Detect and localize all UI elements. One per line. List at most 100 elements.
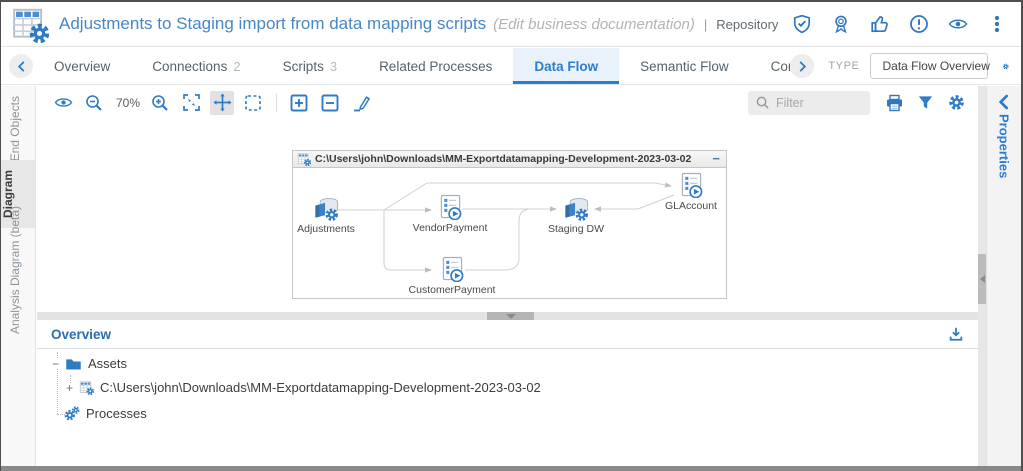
node-adjustments[interactable]: Adjustments (271, 195, 381, 235)
collapse-left-arrow-icon (980, 275, 985, 283)
tabs-scroll-left-button[interactable] (9, 54, 33, 78)
tab-connections[interactable]: Connections2 (131, 48, 261, 84)
certificate-badge-icon[interactable] (831, 14, 851, 34)
horizontal-splitter[interactable] (37, 312, 978, 320)
title-divider: | (704, 17, 707, 32)
tab-comments[interactable]: Comm (750, 48, 791, 84)
zoom-level[interactable]: 70% (116, 96, 140, 110)
tab-bar: Overview Connections2 Scripts3 Related P… (1, 48, 1021, 85)
zoom-in-button[interactable] (148, 91, 172, 115)
diagram-type-value: Data Flow Overview (883, 59, 990, 73)
splitter-grip[interactable] (978, 254, 986, 304)
chevron-left-icon (16, 61, 27, 72)
filter-box[interactable] (748, 91, 870, 115)
diagram-type-select[interactable]: Data Flow Overview (870, 53, 988, 79)
shield-check-icon[interactable] (792, 14, 812, 34)
filter-input[interactable] (776, 96, 862, 110)
highlighter-button[interactable] (349, 91, 373, 115)
asset-container-title: C:\Users\john\Downloads\MM-Exportdatamap… (315, 153, 691, 165)
node-label: VendorPayment (395, 222, 505, 234)
properties-panel-label[interactable]: Properties (997, 114, 1012, 178)
node-glaccount[interactable]: GLAccount (636, 172, 746, 212)
zoom-out-icon (85, 94, 103, 112)
node-label: GLAccount (636, 200, 746, 212)
eye-icon[interactable] (948, 14, 968, 34)
type-label: TYPE (828, 60, 859, 72)
fit-to-screen-button[interactable] (179, 91, 203, 115)
tab-semantic-flow[interactable]: Semantic Flow (619, 48, 750, 84)
tabs-scroll-right-button[interactable] (790, 54, 814, 78)
print-button[interactable] (882, 91, 906, 115)
eye-icon (54, 94, 73, 111)
collapse-down-arrow-icon (506, 314, 516, 319)
tree-item-label: Assets (88, 356, 127, 371)
collapse-container-button[interactable]: − (712, 154, 720, 164)
expand-properties-chevron-icon[interactable] (996, 94, 1012, 110)
database-process-icon (310, 195, 342, 221)
toolbar-right (748, 91, 978, 115)
zoom-in-icon (151, 94, 169, 112)
tab-related-processes[interactable]: Related Processes (358, 48, 513, 84)
tab-data-flow[interactable]: Data Flow (513, 48, 619, 84)
process-document-icon (11, 5, 49, 43)
tree-item-asset-path[interactable]: + C:\Users\john\Downloads\MM-Exportdatam… (65, 380, 541, 395)
thumbs-up-icon[interactable] (870, 14, 890, 34)
node-label: CustomerPayment (397, 284, 507, 296)
app-window: Adjustments to Staging import from data … (0, 0, 1023, 471)
folder-icon (65, 357, 82, 371)
tree-collapse-toggle[interactable]: − (51, 359, 60, 369)
asset-container[interactable]: C:\Users\john\Downloads\MM-Exportdatamap… (292, 150, 727, 299)
fit-screen-icon (182, 93, 201, 112)
tree-expand-toggle[interactable]: + (65, 383, 74, 393)
overview-panel: Overview − Assets + C:\Users\john\Downlo… (37, 320, 978, 466)
properties-panel-collapsed: Properties (986, 86, 1021, 466)
side-tab-end-objects[interactable]: End Objects (8, 96, 22, 161)
collapse-all-button[interactable] (318, 91, 342, 115)
database-process-icon (560, 195, 592, 221)
gears-icon (63, 405, 80, 422)
overview-header: Overview (37, 320, 978, 349)
tree-item-processes[interactable]: Processes (63, 405, 147, 422)
diagram-canvas[interactable]: C:\Users\john\Downloads\MM-Exportdatamap… (37, 119, 978, 312)
node-customerpayment[interactable]: CustomerPayment (397, 256, 507, 296)
collapse-icon (321, 94, 339, 112)
splitter-grip[interactable] (487, 312, 534, 320)
asset-container-header[interactable]: C:\Users\john\Downloads\MM-Exportdatamap… (292, 150, 727, 168)
app-header: Adjustments to Staging import from data … (1, 2, 1021, 47)
diagram-settings-gear-icon[interactable] (1002, 57, 1010, 76)
tree-item-assets[interactable]: − Assets (51, 356, 127, 371)
table-gear-icon (79, 380, 94, 395)
overview-title: Overview (51, 327, 111, 342)
overview-tree: − Assets + C:\Users\john\Downloads\MM-Ex… (37, 349, 978, 459)
left-diagram-tabs: End Objects Diagram Analysis Diagram (be… (1, 86, 36, 466)
filter-funnel-button[interactable] (913, 91, 937, 115)
funnel-icon (917, 94, 934, 111)
tab-scripts[interactable]: Scripts3 (262, 48, 359, 84)
kebab-menu-icon[interactable] (987, 14, 1007, 34)
alert-circle-icon[interactable] (909, 14, 929, 34)
zoom-out-button[interactable] (82, 91, 106, 115)
toolbar-settings-button[interactable] (944, 91, 968, 115)
vertical-splitter[interactable] (978, 86, 986, 466)
print-icon (885, 94, 904, 112)
script-play-icon (439, 194, 462, 220)
node-vendorpayment[interactable]: VendorPayment (395, 194, 505, 234)
repository-label[interactable]: Repository (716, 17, 778, 32)
preview-eye-button[interactable] (51, 91, 75, 115)
expand-all-button[interactable] (287, 91, 311, 115)
marquee-select-button[interactable] (241, 91, 265, 115)
highlighter-icon (352, 94, 370, 112)
edit-documentation-hint[interactable]: (Edit business documentation) (493, 16, 695, 33)
diagram-toolbar: 70% (37, 86, 978, 119)
pan-mode-button[interactable] (210, 91, 234, 115)
side-tab-analysis-diagram[interactable]: Analysis Diagram (beta) (8, 206, 22, 334)
window-bottom-frame (1, 466, 1021, 471)
expand-icon (290, 94, 308, 112)
download-icon[interactable] (948, 326, 964, 342)
script-play-icon (441, 256, 464, 282)
tab-overview[interactable]: Overview (33, 48, 131, 84)
node-staging-dw[interactable]: Staging DW (521, 195, 631, 235)
gear-icon (947, 93, 966, 112)
node-label: Staging DW (521, 223, 631, 235)
chevron-right-icon (797, 61, 808, 72)
